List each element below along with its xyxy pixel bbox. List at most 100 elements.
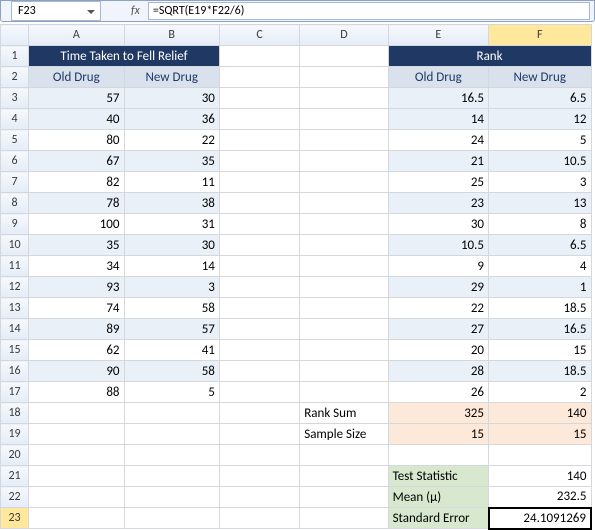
cell[interactable]: 78 <box>29 193 124 214</box>
sample-size-new[interactable]: 15 <box>489 424 592 445</box>
cell[interactable]: 67 <box>29 151 124 172</box>
cell[interactable] <box>29 445 124 466</box>
row-header[interactable]: 23 <box>1 508 29 529</box>
cell[interactable]: 3 <box>489 172 592 193</box>
cell[interactable] <box>489 445 592 466</box>
cell[interactable]: 6.5 <box>489 235 592 256</box>
fx-icon[interactable]: fx <box>131 4 140 18</box>
row-header[interactable]: 14 <box>1 319 29 340</box>
cell[interactable]: 18.5 <box>489 298 592 319</box>
cell[interactable]: 100 <box>29 214 124 235</box>
cell[interactable]: 30 <box>124 235 219 256</box>
cell[interactable] <box>300 193 388 214</box>
cell[interactable]: 58 <box>124 361 219 382</box>
cell[interactable] <box>124 424 219 445</box>
cell[interactable] <box>300 445 388 466</box>
row-header[interactable]: 11 <box>1 256 29 277</box>
cell[interactable]: 28 <box>388 361 488 382</box>
cell[interactable] <box>219 361 299 382</box>
cell[interactable]: 10.5 <box>489 151 592 172</box>
cell[interactable] <box>219 109 299 130</box>
test-statistic-value[interactable]: 140 <box>489 466 592 487</box>
cell[interactable] <box>219 151 299 172</box>
cell[interactable] <box>300 256 388 277</box>
cell[interactable]: 15 <box>489 340 592 361</box>
row-header[interactable]: 20 <box>1 445 29 466</box>
cell[interactable] <box>219 235 299 256</box>
cell[interactable] <box>219 256 299 277</box>
cell[interactable] <box>29 424 124 445</box>
cell[interactable] <box>219 88 299 109</box>
col-header-A[interactable]: A <box>29 25 124 46</box>
cell[interactable] <box>300 67 388 88</box>
cell[interactable]: 40 <box>29 109 124 130</box>
col-header-E[interactable]: E <box>388 25 488 46</box>
row-header[interactable]: 19 <box>1 424 29 445</box>
cell[interactable] <box>124 403 219 424</box>
row-header[interactable]: 3 <box>1 88 29 109</box>
cell[interactable]: 8 <box>489 214 592 235</box>
cell[interactable]: 22 <box>388 298 488 319</box>
cell[interactable]: 35 <box>124 151 219 172</box>
cell[interactable] <box>219 172 299 193</box>
cell[interactable]: 1 <box>489 277 592 298</box>
cell[interactable] <box>300 172 388 193</box>
mean-value[interactable]: 232.5 <box>489 487 592 508</box>
cell[interactable]: 30 <box>388 214 488 235</box>
cell[interactable]: 11 <box>124 172 219 193</box>
select-all-corner[interactable] <box>1 25 29 46</box>
cell[interactable]: 5 <box>489 130 592 151</box>
cell[interactable]: 31 <box>124 214 219 235</box>
cell[interactable] <box>300 466 388 487</box>
cell[interactable]: 9 <box>388 256 488 277</box>
cell[interactable] <box>124 466 219 487</box>
cell[interactable]: 12 <box>489 109 592 130</box>
cell[interactable]: 18.5 <box>489 361 592 382</box>
cell[interactable] <box>300 361 388 382</box>
cell[interactable] <box>219 508 299 529</box>
cell[interactable]: 26 <box>388 382 488 403</box>
cell[interactable] <box>300 235 388 256</box>
cell[interactable]: 10.5 <box>388 235 488 256</box>
cell[interactable] <box>219 487 299 508</box>
row-header[interactable]: 16 <box>1 361 29 382</box>
cell[interactable] <box>300 508 388 529</box>
cell[interactable] <box>219 46 299 67</box>
cell[interactable]: 30 <box>124 88 219 109</box>
col-header-C[interactable]: C <box>219 25 299 46</box>
cell[interactable]: 25 <box>388 172 488 193</box>
row-header[interactable]: 13 <box>1 298 29 319</box>
cell[interactable]: 16.5 <box>489 319 592 340</box>
row-header[interactable]: 4 <box>1 109 29 130</box>
row-header[interactable]: 21 <box>1 466 29 487</box>
cell[interactable] <box>300 130 388 151</box>
cell[interactable] <box>300 487 388 508</box>
cell[interactable] <box>124 508 219 529</box>
cell[interactable] <box>219 424 299 445</box>
sample-size-old[interactable]: 15 <box>388 424 488 445</box>
cell[interactable]: 93 <box>29 277 124 298</box>
cell[interactable]: 5 <box>124 382 219 403</box>
cell[interactable] <box>300 340 388 361</box>
cell[interactable] <box>300 88 388 109</box>
cell[interactable]: 82 <box>29 172 124 193</box>
cell[interactable] <box>29 508 124 529</box>
name-box[interactable]: F23 <box>11 1 101 21</box>
cell[interactable]: 35 <box>29 235 124 256</box>
cell[interactable]: 3 <box>124 277 219 298</box>
cell[interactable] <box>219 466 299 487</box>
cell[interactable] <box>300 382 388 403</box>
cell[interactable]: 88 <box>29 382 124 403</box>
row-header[interactable]: 8 <box>1 193 29 214</box>
cell[interactable]: 90 <box>29 361 124 382</box>
cell[interactable] <box>300 109 388 130</box>
cell[interactable] <box>388 445 488 466</box>
cell[interactable] <box>219 214 299 235</box>
rank-sum-old[interactable]: 325 <box>388 403 488 424</box>
cell[interactable] <box>219 445 299 466</box>
cell[interactable]: 41 <box>124 340 219 361</box>
cell[interactable]: 16.5 <box>388 88 488 109</box>
row-header[interactable]: 9 <box>1 214 29 235</box>
cell[interactable]: 57 <box>124 319 219 340</box>
cell[interactable] <box>29 487 124 508</box>
